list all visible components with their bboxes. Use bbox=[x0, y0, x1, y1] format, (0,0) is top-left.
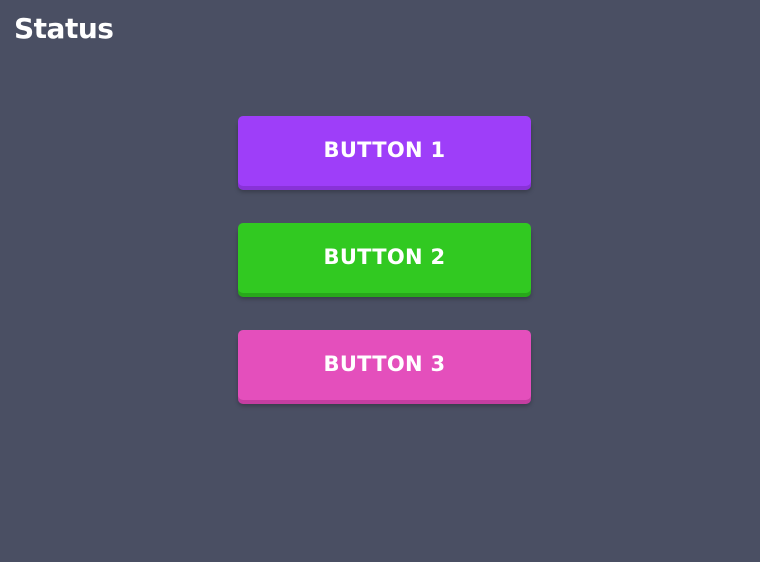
button-1[interactable]: BUTTON 1 bbox=[238, 116, 531, 186]
button-2[interactable]: BUTTON 2 bbox=[238, 223, 531, 293]
button-3[interactable]: BUTTON 3 bbox=[238, 330, 531, 400]
button-stack: BUTTON 1 BUTTON 2 BUTTON 3 bbox=[238, 116, 531, 437]
page-title: Status bbox=[14, 12, 114, 45]
